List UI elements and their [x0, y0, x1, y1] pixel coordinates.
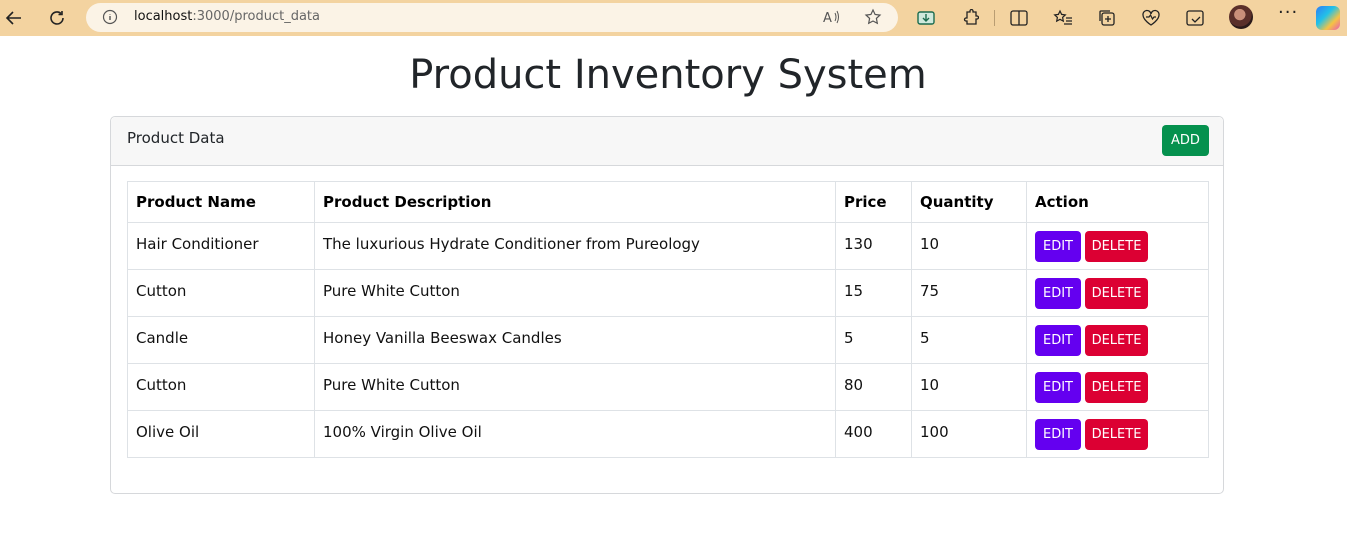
read-aloud-icon[interactable]: A: [822, 8, 842, 30]
collections-icon[interactable]: [1095, 6, 1119, 30]
browser-essentials-icon[interactable]: [1139, 6, 1163, 30]
cell-price: 15: [835, 269, 912, 317]
delete-button[interactable]: DELETE: [1085, 278, 1148, 309]
favorite-star-icon[interactable]: [864, 8, 882, 30]
table-header-row: Product Name Product Description Price Q…: [127, 181, 1209, 223]
page-title: Product Inventory System: [409, 52, 927, 98]
table-row: Cutton Pure White Cutton 80 10 EDIT DELET…: [127, 363, 1209, 411]
column-header-quantity: Quantity: [911, 181, 1027, 223]
back-icon[interactable]: [0, 4, 28, 32]
cell-product-description: Pure White Cutton: [314, 363, 836, 411]
cell-quantity: 100: [911, 410, 1027, 458]
cell-price: 80: [835, 363, 912, 411]
cell-product-description: Honey Vanilla Beeswax Candles: [314, 316, 836, 364]
cell-price: 400: [835, 410, 912, 458]
cell-product-description: 100% Virgin Olive Oil: [314, 410, 836, 458]
column-header-product-description: Product Description: [314, 181, 836, 223]
cell-actions: EDIT DELETE: [1026, 410, 1209, 458]
edit-button[interactable]: EDIT: [1035, 278, 1081, 309]
split-screen-icon[interactable]: [1007, 6, 1031, 30]
column-header-price: Price: [835, 181, 912, 223]
delete-button[interactable]: DELETE: [1085, 231, 1148, 262]
table-row: Candle Honey Vanilla Beeswax Candles 5 5…: [127, 316, 1209, 364]
cell-actions: EDIT DELETE: [1026, 363, 1209, 411]
cell-product-description: Pure White Cutton: [314, 269, 836, 317]
card-header: Product Data ADD: [111, 117, 1223, 166]
cell-quantity: 10: [911, 363, 1027, 411]
screenshot-icon[interactable]: [1183, 6, 1207, 30]
cell-product-name: Candle: [127, 316, 315, 364]
url-path: :3000/product_data: [192, 9, 320, 24]
cell-price: 130: [835, 222, 912, 270]
column-header-product-name: Product Name: [127, 181, 315, 223]
cell-product-name: Olive Oil: [127, 410, 315, 458]
cell-quantity: 10: [911, 222, 1027, 270]
cell-product-description: The luxurious Hydrate Conditioner from P…: [314, 222, 836, 270]
card-header-label: Product Data: [127, 129, 225, 147]
cell-product-name: Cutton: [127, 363, 315, 411]
cell-actions: EDIT DELETE: [1026, 222, 1209, 270]
cell-actions: EDIT DELETE: [1026, 316, 1209, 364]
cell-actions: EDIT DELETE: [1026, 269, 1209, 317]
extensions-icon[interactable]: [958, 6, 982, 30]
copilot-icon[interactable]: [1316, 6, 1340, 30]
add-button[interactable]: ADD: [1162, 125, 1209, 156]
download-app-icon[interactable]: [914, 6, 938, 30]
table-row: Cutton Pure White Cutton 15 75 EDIT DELET…: [127, 269, 1209, 317]
column-header-action: Action: [1026, 181, 1209, 223]
cell-product-name: Cutton: [127, 269, 315, 317]
profile-avatar[interactable]: [1229, 5, 1253, 29]
browser-toolbar: localhost:3000/product_data A ···: [0, 0, 1347, 36]
svg-text:A: A: [823, 11, 832, 26]
edit-button[interactable]: EDIT: [1035, 372, 1081, 403]
cell-quantity: 75: [911, 269, 1027, 317]
product-table: Product Name Product Description Price Q…: [127, 181, 1209, 458]
table-row: Hair Conditioner The luxurious Hydrate C…: [127, 222, 1209, 270]
edit-button[interactable]: EDIT: [1035, 231, 1081, 262]
favorites-icon[interactable]: [1051, 6, 1075, 30]
info-icon[interactable]: [102, 9, 118, 29]
more-options-icon[interactable]: ···: [1278, 2, 1298, 23]
edit-button[interactable]: EDIT: [1035, 325, 1081, 356]
cell-price: 5: [835, 316, 912, 364]
edit-button[interactable]: EDIT: [1035, 419, 1081, 450]
cell-product-name: Hair Conditioner: [127, 222, 315, 270]
delete-button[interactable]: DELETE: [1085, 372, 1148, 403]
refresh-icon[interactable]: [43, 4, 71, 32]
delete-button[interactable]: DELETE: [1085, 419, 1148, 450]
product-data-card: Product Data ADD Product Name Product De…: [110, 116, 1224, 494]
url-text: localhost:3000/product_data: [134, 9, 320, 24]
toolbar-separator: [994, 10, 995, 26]
address-bar[interactable]: localhost:3000/product_data A: [86, 3, 898, 32]
cell-quantity: 5: [911, 316, 1027, 364]
table-row: Olive Oil 100% Virgin Olive Oil 400 100 …: [127, 410, 1209, 458]
delete-button[interactable]: DELETE: [1085, 325, 1148, 356]
url-host: localhost: [134, 9, 193, 24]
